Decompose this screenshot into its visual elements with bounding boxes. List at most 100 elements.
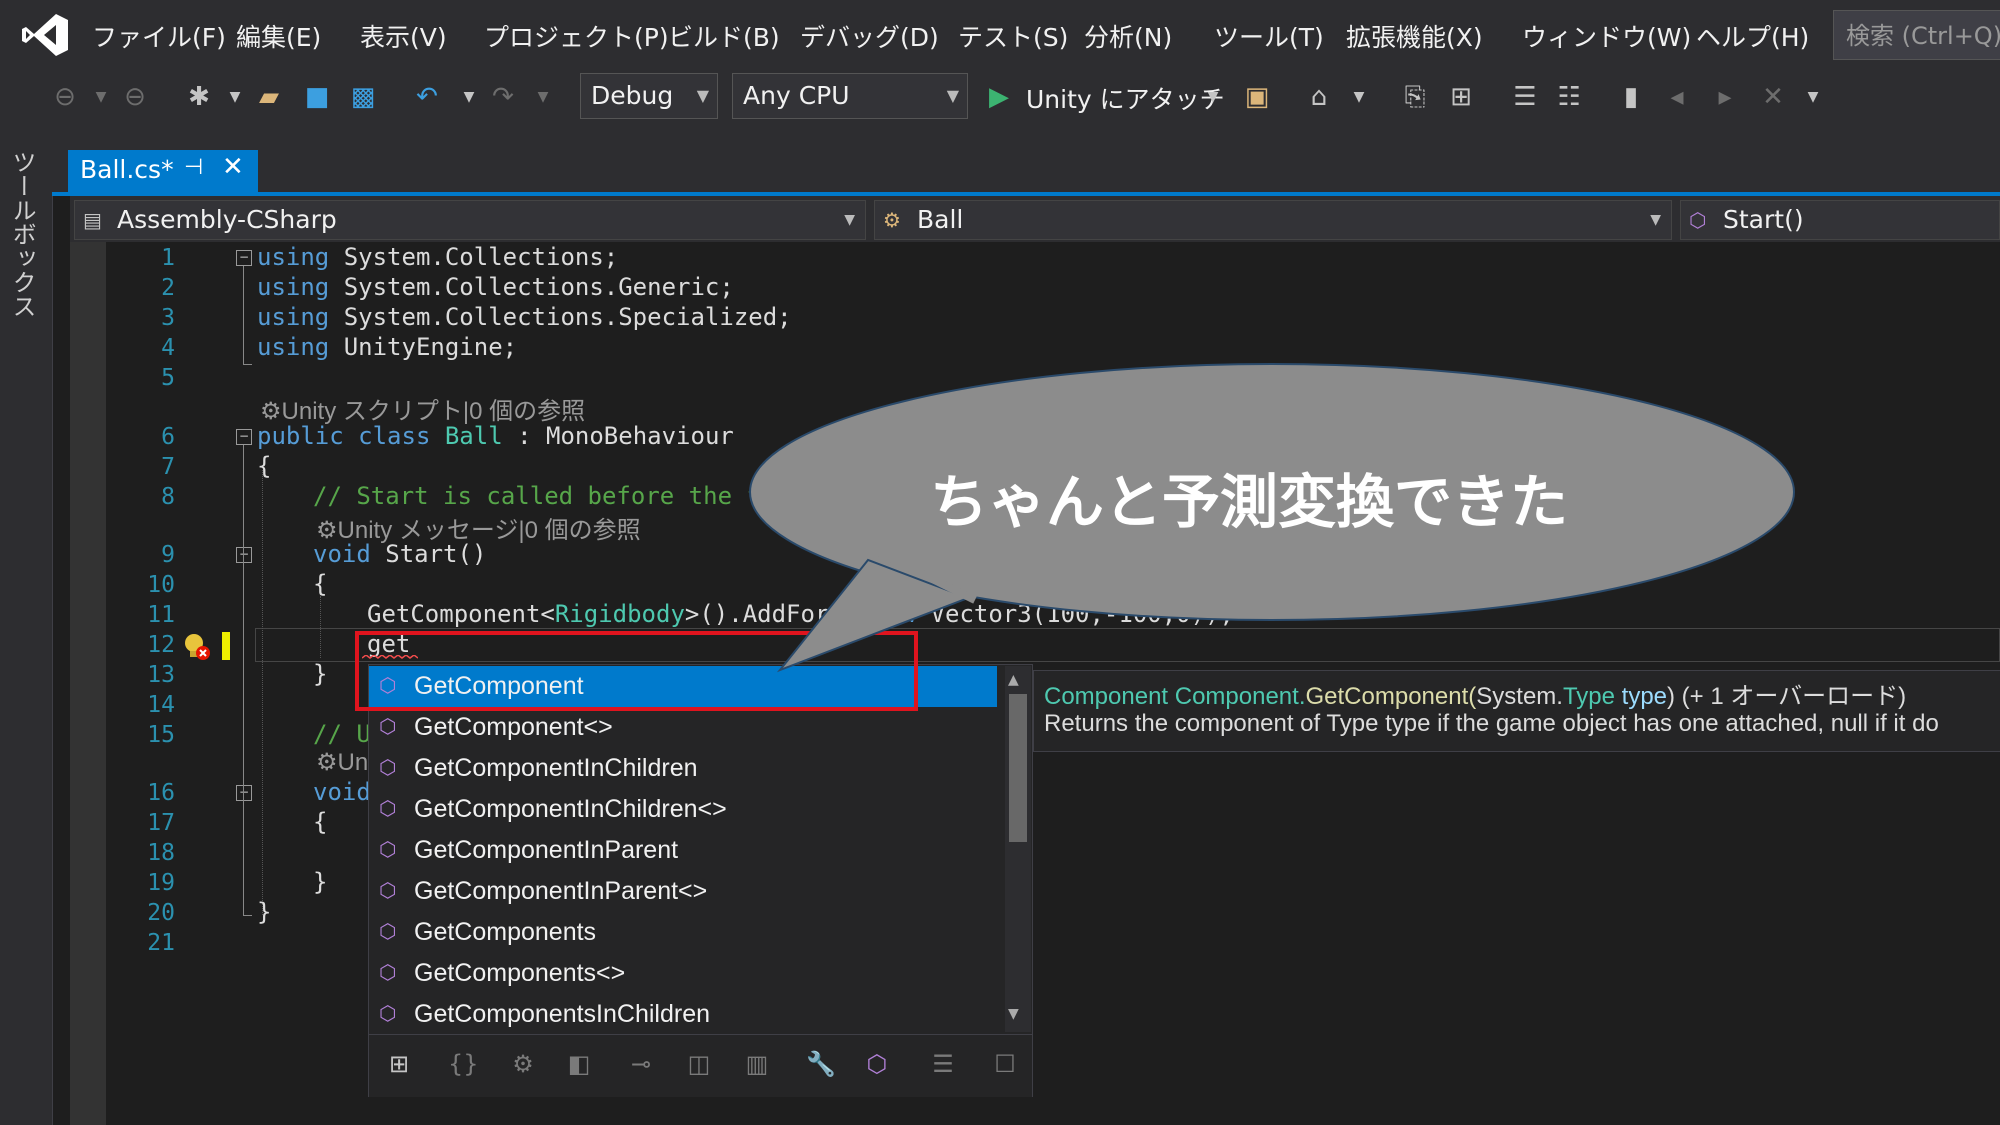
method-filter-icon[interactable]: ⬡ — [862, 1050, 892, 1078]
find-in-files-icon[interactable]: ▣ — [1240, 80, 1274, 114]
menu-tools[interactable]: ツール(T) — [1214, 18, 1324, 54]
collapse-icon[interactable]: − — [236, 250, 252, 266]
next-bookmark-icon[interactable]: ▸ — [1708, 80, 1742, 114]
bookmark-icon[interactable]: ▮ — [1614, 80, 1648, 114]
redo-icon[interactable]: ↷ — [486, 80, 520, 114]
menu-test[interactable]: テスト(S) — [958, 18, 1068, 54]
completion-item[interactable]: ⬡ GetComponentInParent — [369, 830, 997, 871]
completion-item[interactable]: ⬡ GetComponentsInChildren — [369, 994, 997, 1035]
chevron-down-icon[interactable]: ▼ — [218, 80, 252, 114]
step-icon[interactable]: ⎘ — [1398, 80, 1432, 114]
project-dropdown[interactable]: ▤ Assembly-CSharp ▼ — [74, 200, 866, 240]
codelens-messages[interactable]: ⚙Un — [316, 748, 368, 777]
line-number: 14 — [147, 692, 175, 718]
menu-project[interactable]: プロジェクト(P) — [484, 18, 669, 54]
menu-edit[interactable]: 編集(E) — [236, 18, 321, 54]
scroll-down-icon[interactable]: ▼ — [1008, 1006, 1019, 1022]
prev-bookmark-icon[interactable]: ◂ — [1660, 80, 1694, 114]
chevron-down-icon[interactable]: ▼ — [1342, 80, 1376, 114]
code-line-9: void Start() — [313, 540, 487, 568]
line-number: 16 — [147, 780, 175, 806]
completion-item[interactable]: ⬡ GetComponentInChildren<> — [369, 789, 997, 830]
snippet-filter-icon[interactable]: ☐ — [990, 1050, 1020, 1078]
codelens-references[interactable]: ⚙Unity スクリプト|0 個の参照 — [260, 391, 585, 426]
line-number: 7 — [161, 454, 175, 480]
change-marker — [222, 632, 230, 660]
completion-item[interactable]: ⬡ GetComponents — [369, 912, 997, 953]
scrollbar-thumb[interactable] — [1009, 694, 1027, 842]
line-number: 3 — [161, 305, 175, 331]
menu-debug[interactable]: デバッグ(D) — [800, 18, 939, 54]
class-dropdown[interactable]: ⚙ Ball ▼ — [874, 200, 1672, 240]
namespace-filter-icon[interactable]: {} — [448, 1050, 479, 1078]
menu-build[interactable]: ビルド(B) — [668, 18, 780, 54]
field-filter-icon[interactable]: ☰ — [928, 1050, 958, 1078]
code-line-7: { — [257, 452, 272, 480]
member-value: Start() — [1723, 205, 1804, 234]
method-icon: ⬡ — [379, 921, 397, 943]
indent-icon[interactable]: ☰ — [1508, 80, 1542, 114]
browser-icon[interactable]: ⌂ — [1302, 80, 1336, 114]
scroll-up-icon[interactable]: ▲ — [1008, 672, 1019, 688]
back-icon[interactable]: ⊖ — [48, 80, 82, 114]
collapse-icon[interactable]: − — [236, 429, 252, 445]
completion-item[interactable]: ⬡ GetComponents<> — [369, 953, 997, 994]
line-number: 8 — [161, 484, 175, 510]
toolbox-tab[interactable]: ツールボックス — [8, 150, 40, 318]
lightbulb-error-icon[interactable] — [182, 632, 212, 662]
visual-studio-logo[interactable] — [20, 12, 70, 58]
chevron-down-icon[interactable]: ▼ — [526, 80, 560, 114]
platform-value: Any CPU — [743, 81, 850, 110]
code-line-16: void — [313, 778, 371, 806]
method-icon: ⬡ — [379, 716, 397, 738]
pin-icon[interactable]: ⊣ — [184, 155, 203, 180]
struct-filter-icon[interactable]: ◧ — [564, 1050, 594, 1078]
code-comment: // U — [313, 720, 371, 748]
chevron-down-icon: ▼ — [946, 86, 959, 105]
menu-extensions[interactable]: 拡張機能(X) — [1346, 18, 1483, 54]
chevron-down-icon[interactable]: ▼ — [84, 80, 118, 114]
chevron-down-icon[interactable]: ▼ — [452, 80, 486, 114]
save-all-icon[interactable]: ▩ — [346, 80, 380, 114]
new-project-icon[interactable]: ✱ — [182, 80, 216, 114]
code-line-13: } — [313, 660, 328, 688]
method-icon: ⬡ — [379, 839, 397, 861]
menu-analyze[interactable]: 分析(N) — [1084, 18, 1172, 54]
undo-icon[interactable]: ↶ — [410, 80, 444, 114]
layout-icon[interactable]: ⊞ — [1444, 80, 1478, 114]
code-line-20: } — [257, 898, 272, 926]
menu-file[interactable]: ファイル(F) — [92, 18, 226, 54]
menu-help[interactable]: ヘルプ(H) — [1696, 18, 1809, 54]
play-icon[interactable]: ▶ — [982, 80, 1016, 114]
clear-bookmarks-icon[interactable]: ✕ — [1756, 80, 1790, 114]
expand-icon[interactable]: ⊞ — [384, 1050, 414, 1078]
completion-item[interactable]: ⬡ GetComponent<> — [369, 707, 997, 748]
close-icon[interactable]: ✕ — [222, 152, 244, 182]
code-line-3: using System.Collections.Specialized; — [257, 303, 792, 331]
search-input[interactable]: 検索 (Ctrl+Q) — [1833, 10, 2000, 60]
completion-item[interactable]: ⬡ GetComponentInParent<> — [369, 871, 997, 912]
member-dropdown[interactable]: ⬡ Start() — [1680, 200, 2000, 240]
outdent-icon[interactable]: ☷ — [1552, 80, 1586, 114]
code-line-11: GetComponent<Rigidbody>().AddForce(new V… — [367, 600, 1234, 628]
delegate-filter-icon[interactable]: ▥ — [742, 1050, 772, 1078]
configuration-dropdown[interactable]: Debug ▼ — [580, 73, 718, 119]
menu-view[interactable]: 表示(V) — [360, 18, 447, 54]
forward-icon[interactable]: ⊖ — [118, 80, 152, 114]
menu-window[interactable]: ウィンドウ(W) — [1522, 18, 1691, 54]
attach-unity-button[interactable]: Unity にアタッチ — [1026, 80, 1225, 116]
method-icon: ⬡ — [379, 880, 397, 902]
property-filter-icon[interactable]: 🔧 — [806, 1050, 836, 1078]
method-icon: ⬡ — [1689, 208, 1707, 232]
chevron-down-icon[interactable]: ▼ — [1196, 80, 1230, 114]
platform-dropdown[interactable]: Any CPU ▼ — [732, 73, 968, 119]
code-line-1: using System.Collections; — [257, 243, 619, 271]
method-icon: ⬡ — [379, 757, 397, 779]
completion-item[interactable]: ⬡ GetComponentInChildren — [369, 748, 997, 789]
interface-filter-icon[interactable]: ⊸ — [626, 1050, 656, 1078]
class-filter-icon[interactable]: ⚙ — [508, 1050, 538, 1078]
chevron-down-icon[interactable]: ▼ — [1796, 80, 1830, 114]
open-folder-icon[interactable]: ▰ — [252, 80, 286, 114]
enum-filter-icon[interactable]: ◫ — [684, 1050, 714, 1078]
save-icon[interactable]: ■ — [300, 80, 334, 114]
